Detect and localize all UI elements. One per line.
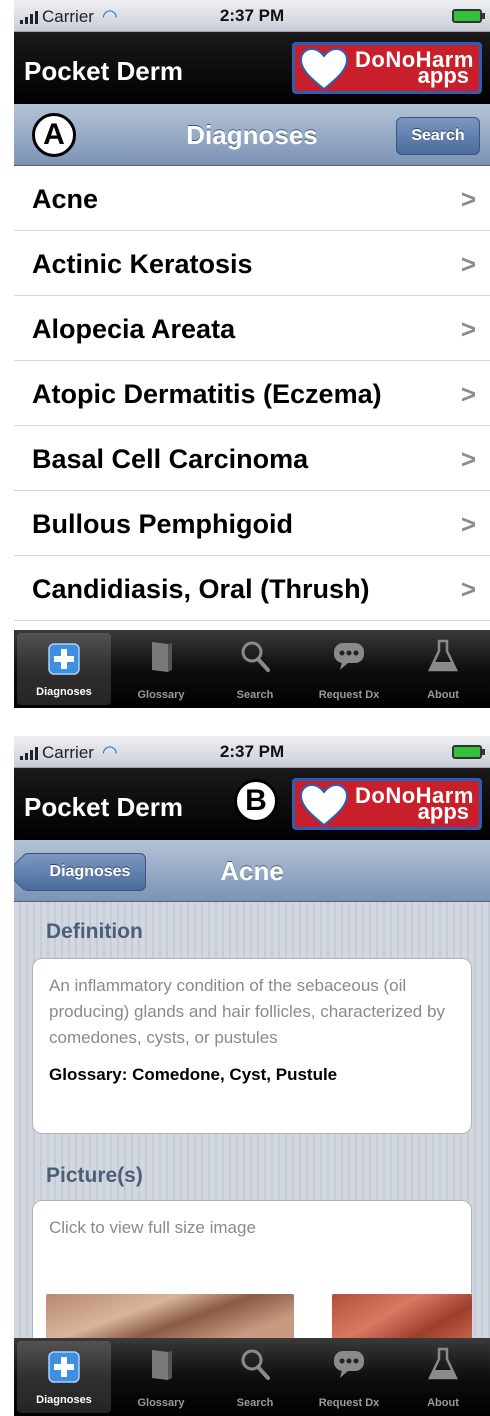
plus-icon — [48, 1351, 80, 1383]
chevron-right-icon: > — [460, 379, 476, 409]
magnifier-icon — [241, 1349, 270, 1380]
flask-icon — [428, 1347, 458, 1380]
detail-content: Definition An inflammatory condition of … — [14, 902, 490, 1400]
status-bar: Carrier ◠ 2:37 PM — [14, 0, 490, 32]
list-item[interactable]: Candidiasis, Oral (Thrush) > — [14, 556, 490, 621]
tab-label: Diagnoses — [36, 686, 92, 698]
nav-title: Acne — [220, 856, 284, 886]
app-header: Pocket Derm DoNoHarm apps — [14, 32, 490, 104]
list-item-label: Bullous Pemphigoid — [32, 509, 293, 539]
tab-label: Search — [236, 689, 274, 701]
list-item-label: Actinic Keratosis — [32, 249, 253, 279]
list-item-label: Alopecia Areata — [32, 314, 236, 344]
chevron-right-icon: > — [460, 574, 476, 604]
list-item-label: Candidiasis, Oral (Thrush) — [32, 574, 370, 604]
tab-about[interactable]: About — [396, 630, 490, 708]
heart-icon — [299, 47, 349, 91]
chat-bubble-icon — [334, 643, 364, 670]
list-item[interactable]: Acne > — [14, 166, 490, 231]
status-bar: Carrier ◠ 2:37 PM — [14, 736, 490, 768]
navigation-bar: Diagnoses Search — [14, 104, 490, 166]
tab-bar: Diagnoses Glossary Search Request Dx Abo… — [14, 630, 490, 708]
definition-text: An inflammatory condition of the sebaceo… — [49, 976, 445, 1047]
tab-label: About — [427, 1397, 459, 1409]
chevron-right-icon: > — [460, 184, 476, 214]
diagnoses-list: Acne > Actinic Keratosis > Alopecia Area… — [14, 166, 490, 621]
list-item-label: Basal Cell Carcinoma — [32, 444, 309, 474]
tab-label: Glossary — [137, 1397, 185, 1409]
tab-request-dx[interactable]: Request Dx — [302, 630, 396, 708]
status-time: 2:37 PM — [219, 6, 285, 25]
book-icon — [152, 642, 172, 672]
app-title: Pocket Derm — [24, 56, 183, 86]
glossary-links[interactable]: Glossary: Comedone, Cyst, Pustule — [33, 1051, 471, 1099]
donoharm-logo[interactable]: DoNoHarm apps — [292, 778, 482, 830]
logo-text-bottom: apps — [417, 63, 469, 88]
chevron-right-icon: > — [460, 444, 476, 474]
list-item[interactable]: Atopic Dermatitis (Eczema) > — [14, 361, 490, 426]
tab-label: Request Dx — [318, 689, 380, 701]
tab-label: Glossary — [137, 689, 185, 701]
pictures-heading: Picture(s) — [46, 1164, 143, 1187]
list-item[interactable]: Actinic Keratosis > — [14, 231, 490, 296]
tab-glossary[interactable]: Glossary — [114, 1338, 208, 1416]
screen-diagnosis-detail: Carrier ◠ 2:37 PM Pocket Derm DoNoHarm a… — [14, 736, 490, 1416]
figure-marker-b: B — [234, 779, 278, 823]
tab-bar: Diagnoses Glossary Search Request Dx Abo… — [14, 1338, 490, 1416]
tab-request-dx[interactable]: Request Dx — [302, 1338, 396, 1416]
acne-photo-1[interactable] — [46, 1294, 294, 1344]
battery-icon — [452, 745, 485, 759]
chevron-right-icon: > — [460, 509, 476, 539]
definition-card: An inflammatory condition of the sebaceo… — [32, 958, 472, 1134]
list-item-label: Acne — [32, 184, 99, 214]
magnifier-icon — [241, 641, 270, 672]
tab-glossary[interactable]: Glossary — [114, 630, 208, 708]
pictures-hint: Click to view full size image — [49, 1218, 256, 1237]
tab-label: Request Dx — [318, 1397, 380, 1409]
status-time: 2:37 PM — [219, 742, 285, 761]
tab-label: Diagnoses — [36, 1394, 92, 1406]
battery-icon — [452, 9, 485, 23]
navigation-bar: Diagnoses Acne — [14, 840, 490, 902]
book-icon — [152, 1350, 172, 1380]
tab-about[interactable]: About — [396, 1338, 490, 1416]
definition-heading: Definition — [46, 920, 143, 943]
figure-marker-a: A — [32, 113, 76, 157]
tab-label: Search — [236, 1397, 274, 1409]
chevron-right-icon: > — [460, 314, 476, 344]
tab-search[interactable]: Search — [208, 630, 302, 708]
app-title: Pocket Derm — [24, 792, 183, 822]
list-item-label: Atopic Dermatitis (Eczema) — [32, 379, 382, 409]
heart-icon — [299, 783, 349, 827]
flask-icon — [428, 639, 458, 672]
tab-diagnoses[interactable]: Diagnoses — [17, 633, 111, 705]
list-item[interactable]: Basal Cell Carcinoma > — [14, 426, 490, 491]
logo-text-bottom: apps — [417, 799, 469, 824]
tab-search[interactable]: Search — [208, 1338, 302, 1416]
chevron-right-icon: > — [460, 249, 476, 279]
tab-label: About — [427, 689, 459, 701]
plus-icon — [48, 643, 80, 675]
acne-photo-2[interactable] — [332, 1294, 472, 1344]
list-item[interactable]: Alopecia Areata > — [14, 296, 490, 361]
search-button[interactable]: Search — [396, 117, 480, 155]
chat-bubble-icon — [334, 1351, 364, 1378]
list-item[interactable]: Bullous Pemphigoid > — [14, 491, 490, 556]
screen-diagnoses-list: Carrier ◠ 2:37 PM Pocket Derm DoNoHarm a… — [14, 0, 490, 708]
tab-diagnoses[interactable]: Diagnoses — [17, 1341, 111, 1413]
donoharm-logo[interactable]: DoNoHarm apps — [292, 42, 482, 94]
